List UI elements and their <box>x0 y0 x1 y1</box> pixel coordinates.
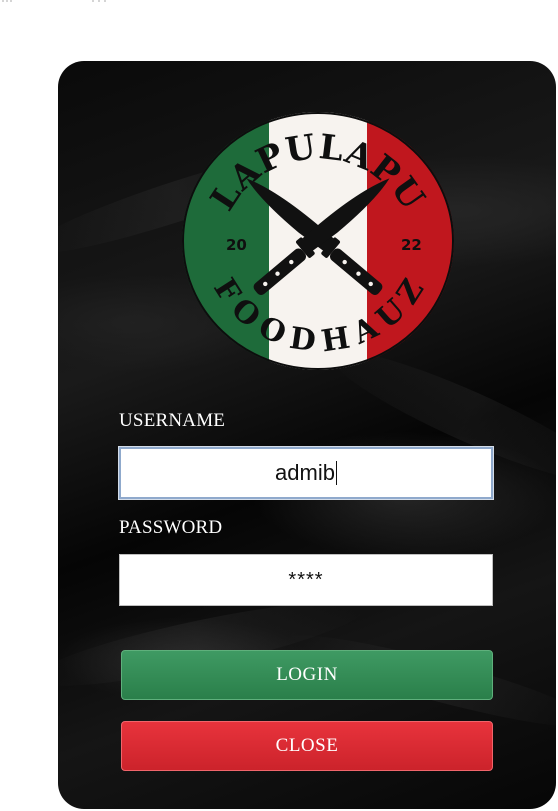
window-decoration <box>0 0 120 6</box>
logo-year-right: 22 <box>401 236 422 254</box>
logo-year-left: 20 <box>226 236 247 254</box>
password-value: **** <box>288 568 324 591</box>
login-card: LAPULAPU FOODHAUZ 20 22 USERNAME admib P… <box>58 61 556 809</box>
password-input[interactable]: **** <box>119 554 493 606</box>
username-input[interactable]: admib <box>118 446 494 500</box>
close-button[interactable]: CLOSE <box>121 721 493 771</box>
username-value: admib <box>275 460 335 485</box>
password-label: PASSWORD <box>119 517 223 538</box>
login-button-label: LOGIN <box>276 664 338 685</box>
username-label: USERNAME <box>119 410 226 431</box>
login-button[interactable]: LOGIN <box>121 650 493 700</box>
text-caret <box>335 461 337 485</box>
close-button-label: CLOSE <box>275 735 339 756</box>
restaurant-logo: LAPULAPU FOODHAUZ 20 22 <box>182 112 454 370</box>
